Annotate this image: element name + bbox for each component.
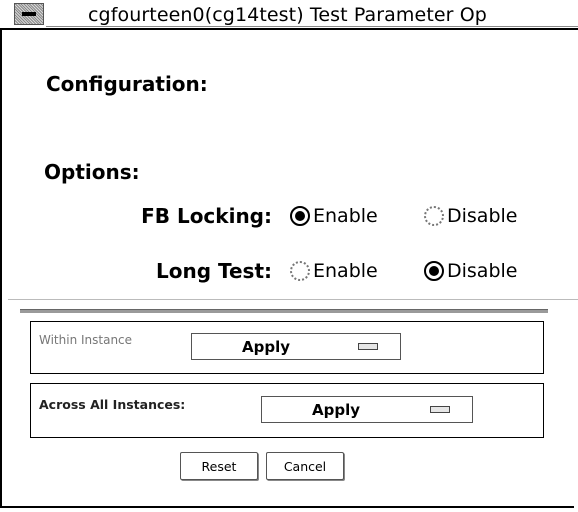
long-test-enable-radio[interactable]: Enable (290, 260, 378, 282)
menu-mark-icon (430, 406, 450, 413)
window-menu-bar (22, 12, 36, 16)
separator (20, 309, 548, 313)
within-instance-label: Within Instance (39, 333, 133, 347)
fb-locking-enable-label: Enable (313, 205, 378, 227)
fb-locking-label: FB Locking: (141, 204, 272, 228)
window-menu-icon[interactable] (14, 3, 44, 25)
long-test-disable-label: Disable (447, 260, 518, 282)
configuration-heading: Configuration: (46, 72, 208, 96)
cancel-button[interactable]: Cancel (266, 452, 344, 480)
radio-unselected-icon (290, 261, 310, 281)
menu-mark-icon (358, 343, 378, 350)
across-instances-apply-menu[interactable]: Apply (261, 396, 473, 423)
reset-button[interactable]: Reset (180, 452, 258, 480)
window-title: cgfourteen0(cg14test) Test Parameter Op (88, 4, 487, 26)
options-heading: Options: (44, 160, 140, 184)
within-instance-apply-menu[interactable]: Apply (191, 333, 401, 360)
within-apply-label: Apply (242, 337, 291, 356)
radio-unselected-icon (424, 206, 444, 226)
across-instances-label: Across All Instances: (39, 397, 186, 412)
fb-locking-disable-label: Disable (447, 205, 518, 227)
long-test-label: Long Test: (155, 259, 272, 283)
within-instance-group: Within Instance Apply (30, 321, 544, 374)
across-apply-label: Apply (312, 400, 361, 419)
radio-selected-icon (290, 206, 310, 226)
fb-locking-enable-radio[interactable]: Enable (290, 205, 378, 227)
long-test-enable-label: Enable (313, 260, 378, 282)
fb-locking-disable-radio[interactable]: Disable (424, 205, 517, 227)
long-test-disable-radio[interactable]: Disable (424, 260, 517, 282)
title-bar: cgfourteen0(cg14test) Test Parameter Op (0, 0, 578, 30)
radio-selected-icon (424, 261, 444, 281)
title-underline (46, 26, 578, 27)
across-instances-group: Across All Instances: Apply (30, 383, 544, 438)
